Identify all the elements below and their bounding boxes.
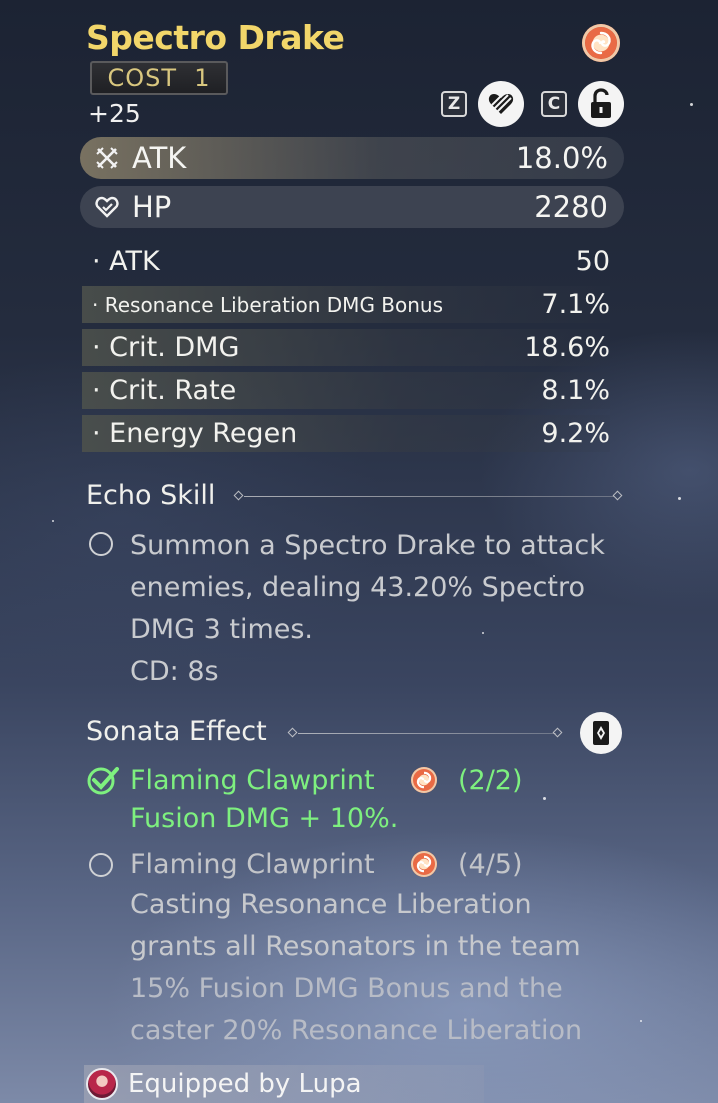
heart-icon <box>95 196 119 218</box>
sonata-details-button[interactable] <box>580 712 622 754</box>
divider-diamond <box>233 490 244 501</box>
sub-stat-row: · Energy Regen 9.2% <box>82 415 610 452</box>
sonata-set-progress: (2/2) <box>458 765 523 796</box>
echo-skill-description: Summon a Spectro Drake to attack enemies… <box>130 525 650 693</box>
main-stat-label: HP <box>132 190 172 224</box>
skill-line: DMG 3 times. <box>130 614 314 645</box>
card-icon <box>593 721 609 745</box>
skill-line: enemies, dealing 43.20% Spectro <box>130 572 585 603</box>
sub-stat-label: · Crit. DMG <box>92 332 240 363</box>
avatar <box>86 1068 118 1100</box>
sub-stat-value: 7.1% <box>541 289 610 320</box>
effect-line: 15% Fusion DMG Bonus and the <box>130 973 563 1004</box>
section-divider <box>244 496 614 497</box>
divider-diamond <box>287 727 298 738</box>
star-decoration <box>678 497 681 500</box>
cost-value: 1 <box>194 64 211 92</box>
discard-hotkey: Z <box>441 91 467 117</box>
sonata-set-icon <box>411 767 437 793</box>
star-decoration <box>690 103 693 106</box>
echo-skill-title: Echo Skill <box>86 480 216 511</box>
lock-hotkey: C <box>541 91 567 117</box>
sub-stat-value: 9.2% <box>541 418 610 449</box>
main-stat-value: 18.0% <box>515 141 608 175</box>
sonata-set-effect: Fusion DMG + 10%. <box>130 803 399 834</box>
sub-stat-label: · ATK <box>92 246 160 277</box>
cost-label: COST <box>107 64 177 92</box>
check-circle-icon <box>87 767 119 795</box>
discard-heart-icon <box>488 92 514 114</box>
effect-line: Casting Resonance Liberation <box>130 889 532 920</box>
star-decoration <box>543 797 546 800</box>
main-stat-hp: HP 2280 <box>80 186 624 228</box>
skill-line: Summon a Spectro Drake to attack <box>130 530 605 561</box>
sub-stat-value: 8.1% <box>541 375 610 406</box>
cost-badge: COST 1 <box>90 61 228 95</box>
effect-line: caster 20% Resonance Liberation <box>130 1015 583 1046</box>
sonata-set-name: Flaming Clawprint <box>130 849 375 880</box>
divider-diamond <box>552 727 563 738</box>
sub-stat-label: · Resonance Liberation DMG Bonus <box>92 292 444 317</box>
echo-level: +25 <box>88 99 141 128</box>
sonata-set-icon <box>411 851 437 877</box>
sonata-set-description: Casting Resonance Liberation grants all … <box>130 884 650 1052</box>
sub-stat-row: · Resonance Liberation DMG Bonus 7.1% <box>82 286 610 323</box>
sub-stat-value: 18.6% <box>524 332 610 363</box>
main-stat-atk: ATK 18.0% <box>80 137 624 179</box>
sub-stat-value: 50 <box>575 246 610 277</box>
sonata-set-icon <box>582 24 620 62</box>
divider-diamond <box>612 490 623 501</box>
main-stat-value: 2280 <box>534 190 608 224</box>
skill-cooldown: CD: 8s <box>130 656 219 687</box>
sonata-effect-title: Sonata Effect <box>86 716 267 747</box>
section-divider <box>298 733 556 734</box>
lock-button[interactable] <box>578 81 624 127</box>
equipped-by-label: Equipped by Lupa <box>128 1069 362 1099</box>
equipped-by-bar[interactable]: Equipped by Lupa <box>84 1065 484 1103</box>
sub-stat-row: · Crit. DMG 18.6% <box>82 329 610 366</box>
main-stat-label: ATK <box>132 141 187 175</box>
sonata-set-name: Flaming Clawprint <box>130 765 375 796</box>
skill-bullet-icon <box>89 532 113 556</box>
sonata-set-progress: (4/5) <box>458 849 523 880</box>
unlock-icon <box>591 88 611 118</box>
set-bullet-icon <box>89 853 113 877</box>
star-decoration <box>52 520 54 522</box>
echo-name: Spectro Drake <box>86 18 345 57</box>
sub-stat-label: · Crit. Rate <box>92 375 237 406</box>
discard-button[interactable] <box>478 81 524 127</box>
sub-stat-row: · ATK 50 <box>82 243 610 280</box>
sword-icon <box>96 147 118 169</box>
sub-stat-row: · Crit. Rate 8.1% <box>82 372 610 409</box>
effect-line: grants all Resonators in the team <box>130 931 581 962</box>
sub-stat-label: · Energy Regen <box>92 418 298 449</box>
